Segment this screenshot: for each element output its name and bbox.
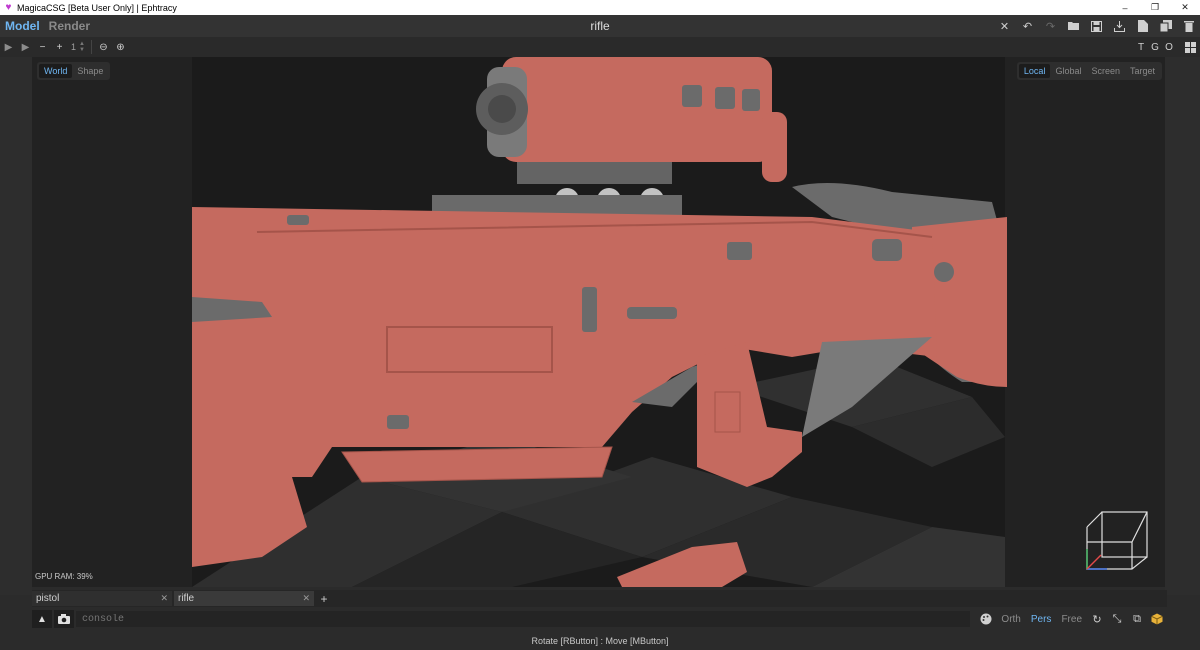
minimize-button[interactable]: – — [1110, 0, 1140, 15]
window-title: MagicaCSG [Beta User Only] | Ephtracy — [17, 2, 177, 13]
save-icon[interactable] — [1085, 15, 1108, 37]
increment-button[interactable]: + — [51, 37, 68, 57]
app-toolbar: rifle Model Render ✕ ↶ ↷ — [0, 15, 1200, 37]
cube-icon[interactable] — [1147, 613, 1167, 625]
tab-rifle[interactable]: rifle ✕ — [174, 591, 314, 606]
console-bar: ▲ Orth Pers Free ↻ ⤡ ⧉ — [32, 609, 1167, 629]
space-target-button[interactable]: Target — [1125, 64, 1160, 78]
space-world-button[interactable]: World — [39, 64, 73, 78]
window-title-bar: ♥ MagicaCSG [Beta User Only] | Ephtracy … — [0, 0, 1200, 15]
close-tab-icon[interactable]: ✕ — [302, 593, 310, 604]
view-orth-button[interactable]: Orth — [996, 614, 1025, 625]
triangle-up-icon[interactable]: ▲ — [32, 610, 52, 628]
tool-o-button[interactable]: O — [1162, 42, 1176, 53]
new-file-icon[interactable] — [1131, 15, 1154, 37]
app-logo-icon: ♥ — [5, 2, 12, 13]
tool-g-button[interactable]: G — [1148, 42, 1162, 53]
tab-render[interactable]: Render — [44, 19, 95, 33]
close-tab-icon[interactable]: ✕ — [160, 593, 168, 604]
play-next-icon[interactable]: ▶ — [17, 37, 34, 57]
add-tab-button[interactable]: + — [316, 592, 332, 606]
open-icon[interactable] — [1062, 15, 1085, 37]
space-local-button[interactable]: Local — [1018, 64, 1051, 78]
undo-icon[interactable]: ↶ — [1016, 15, 1039, 37]
redo-icon[interactable]: ↷ — [1039, 15, 1062, 37]
close-icon[interactable]: ✕ — [993, 15, 1016, 37]
scene-render — [32, 57, 1165, 587]
space-toggle-right: Local Global Screen Target — [1016, 62, 1162, 80]
tab-pistol[interactable]: pistol ✕ — [32, 591, 172, 606]
console-input[interactable] — [75, 611, 971, 627]
3d-viewport[interactable]: World Shape Local Global Screen Target G… — [32, 57, 1165, 587]
tab-label: pistol — [36, 593, 60, 604]
view-free-button[interactable]: Free — [1056, 614, 1087, 625]
reset-view-icon[interactable]: ↻ — [1087, 613, 1107, 626]
edit-toolbar: ▶ ▶ − + 1 ▲ ▼ ⊖ ⊕ T G O — [0, 37, 1200, 57]
restore-button[interactable]: ❐ — [1140, 0, 1170, 15]
export-icon[interactable] — [1108, 15, 1131, 37]
space-screen-button[interactable]: Screen — [1086, 64, 1125, 78]
layout-grid-icon[interactable] — [1180, 37, 1200, 57]
document-tabs: pistol ✕ rifle ✕ + — [32, 590, 1167, 607]
duplicate-icon[interactable] — [1154, 15, 1177, 37]
frame-icon[interactable]: ⧉ — [1127, 613, 1147, 626]
view-pers-button[interactable]: Pers — [1026, 614, 1057, 625]
delete-icon[interactable] — [1177, 15, 1200, 37]
play-icon[interactable]: ▶ — [0, 37, 17, 57]
space-toggle-left: World Shape — [37, 62, 111, 80]
left-panel — [0, 57, 32, 595]
close-window-button[interactable]: ✕ — [1170, 0, 1200, 15]
status-hint: Rotate [RButton] : Move [MButton] — [0, 631, 1200, 650]
tool-t-button[interactable]: T — [1134, 42, 1148, 53]
palette-icon[interactable] — [976, 613, 996, 625]
add-shape-icon[interactable]: ⊕ — [112, 37, 129, 57]
toolbar-divider — [90, 40, 92, 54]
stepper-value: 1 — [71, 42, 77, 52]
space-shape-button[interactable]: Shape — [72, 64, 108, 78]
axis-icon[interactable]: ⤡ — [1107, 613, 1127, 626]
subtract-shape-icon[interactable]: ⊖ — [95, 37, 112, 57]
gpu-ram-indicator: GPU RAM: 39% — [35, 572, 93, 581]
decrement-button[interactable]: − — [34, 37, 51, 57]
window-controls: – ❐ ✕ — [1110, 0, 1200, 15]
camera-icon[interactable] — [53, 610, 74, 628]
stepper-arrows-icon[interactable]: ▲ ▼ — [79, 41, 85, 53]
level-stepper[interactable]: 1 ▲ ▼ — [68, 41, 88, 53]
space-global-button[interactable]: Global — [1050, 64, 1086, 78]
tab-model[interactable]: Model — [0, 19, 44, 33]
right-panel — [1165, 57, 1200, 595]
tab-label: rifle — [178, 593, 195, 604]
